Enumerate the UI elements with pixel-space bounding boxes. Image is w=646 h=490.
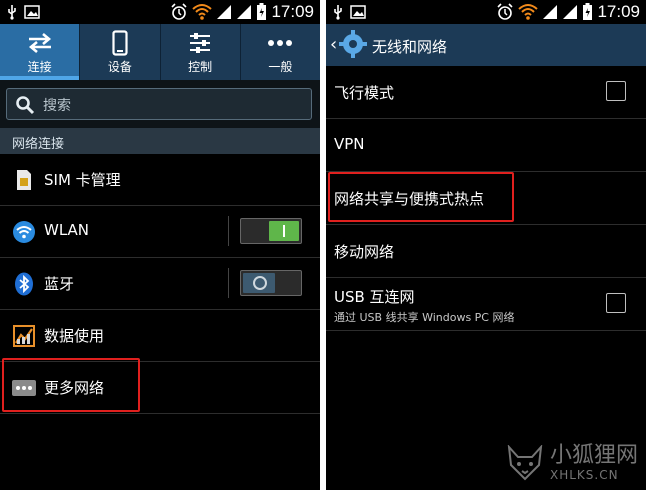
list-item-data-usage[interactable]: 数据使用 bbox=[0, 310, 320, 362]
signal-icon bbox=[217, 5, 232, 19]
search-bar: 搜索 bbox=[0, 80, 320, 128]
alarm-icon bbox=[171, 3, 188, 20]
list-item-sim-management[interactable]: SIM 卡管理 bbox=[0, 154, 320, 206]
list-item-label: USB 互连网 bbox=[334, 288, 415, 306]
list-item-label: 移动网络 bbox=[334, 243, 395, 261]
list-item-usb-internet[interactable]: USB 互连网 通过 USB 线共享 Windows PC 网络 bbox=[326, 278, 646, 331]
clock: 17:09 bbox=[597, 2, 640, 21]
toggle-knob bbox=[269, 221, 299, 241]
highlight-box-tethering-hotspot bbox=[328, 172, 514, 222]
tab-label: 控制 bbox=[188, 60, 213, 74]
bluetooth-toggle[interactable] bbox=[240, 270, 302, 296]
gear-icon[interactable] bbox=[338, 29, 368, 59]
battery-icon bbox=[583, 3, 593, 20]
usb-icon bbox=[8, 5, 16, 20]
wifi-status-icon bbox=[518, 4, 539, 20]
list-item-label: VPN bbox=[334, 135, 365, 153]
toggle-knob bbox=[243, 273, 275, 293]
signal-icon-2 bbox=[563, 5, 578, 19]
tab-devices[interactable]: 设备 bbox=[80, 24, 161, 80]
list-item-mobile-networks[interactable]: 移动网络 bbox=[326, 225, 646, 278]
wlan-toggle[interactable] bbox=[240, 218, 302, 244]
list-item-label: 飞行模式 bbox=[334, 84, 395, 102]
section-header-label: 网络连接 bbox=[12, 137, 65, 152]
more-dots-icon bbox=[268, 40, 293, 46]
wifi-icon bbox=[13, 221, 35, 243]
search-input[interactable]: 搜索 bbox=[6, 88, 312, 120]
list-item-airplane-mode[interactable]: 飞行模式 bbox=[326, 66, 646, 119]
settings-tabbar: 连接 设备 控制 一般 bbox=[0, 24, 320, 80]
watermark-en: XHLKS.CN bbox=[549, 468, 619, 482]
list-item-label: 数据使用 bbox=[44, 327, 105, 345]
usb-internet-checkbox[interactable] bbox=[606, 293, 626, 313]
settings-connections-screen: 17:09 连接 设备 控制 一般 搜索 网络连接 SIM 卡管理 WLAN 蓝… bbox=[0, 0, 320, 490]
tab-controls[interactable]: 控制 bbox=[161, 24, 241, 80]
watermark: 小狐狸网 XHLKS.CN bbox=[506, 444, 638, 482]
list-item-bluetooth[interactable]: 蓝牙 bbox=[0, 258, 320, 310]
list-item-label: SIM 卡管理 bbox=[44, 171, 121, 189]
watermark-cn: 小狐狸网 bbox=[549, 443, 638, 468]
fox-logo-icon bbox=[507, 445, 543, 481]
tab-label: 连接 bbox=[27, 60, 52, 74]
tab-connections[interactable]: 连接 bbox=[0, 24, 81, 80]
action-bar: ‹ 无线和网络 bbox=[326, 24, 646, 66]
swap-arrows-icon bbox=[28, 33, 51, 53]
highlight-box-more-networks bbox=[2, 358, 140, 412]
wireless-and-networks-screen: 17:09 ‹ 无线和网络 飞行模式 VPN 网络共享与便携式热点 移动网络 U… bbox=[326, 0, 646, 490]
list-item-wlan[interactable]: WLAN bbox=[0, 206, 320, 258]
list-item-label: WLAN bbox=[44, 221, 90, 239]
usb-icon bbox=[334, 5, 342, 20]
status-bar: 17:09 bbox=[326, 0, 646, 24]
back-chevron-icon[interactable]: ‹ bbox=[330, 34, 337, 55]
page-title: 无线和网络 bbox=[372, 38, 448, 56]
sim-card-icon bbox=[17, 170, 31, 190]
list-item-vpn[interactable]: VPN bbox=[326, 119, 646, 172]
search-icon bbox=[16, 96, 35, 115]
tab-general[interactable]: 一般 bbox=[241, 24, 320, 80]
image-icon bbox=[24, 5, 40, 19]
phone-icon bbox=[112, 30, 128, 56]
tab-label: 设备 bbox=[107, 60, 132, 74]
divider bbox=[228, 268, 229, 298]
signal-icon-2 bbox=[237, 5, 252, 19]
alarm-icon bbox=[497, 3, 514, 20]
section-header: 网络连接 bbox=[0, 128, 320, 154]
clock: 17:09 bbox=[271, 2, 314, 21]
data-usage-icon bbox=[13, 325, 35, 347]
list-item-sublabel: 通过 USB 线共享 Windows PC 网络 bbox=[334, 311, 515, 324]
status-bar: 17:09 bbox=[0, 0, 320, 24]
signal-icon bbox=[543, 5, 558, 19]
list-item-label: 蓝牙 bbox=[44, 275, 75, 293]
airplane-mode-checkbox[interactable] bbox=[606, 81, 626, 101]
wifi-status-icon bbox=[192, 4, 213, 20]
bluetooth-icon bbox=[15, 272, 33, 296]
battery-icon bbox=[257, 3, 267, 20]
sliders-icon bbox=[190, 33, 211, 53]
divider bbox=[228, 216, 229, 246]
tab-label: 一般 bbox=[268, 60, 293, 74]
image-icon bbox=[350, 5, 366, 19]
search-placeholder: 搜索 bbox=[43, 98, 71, 114]
